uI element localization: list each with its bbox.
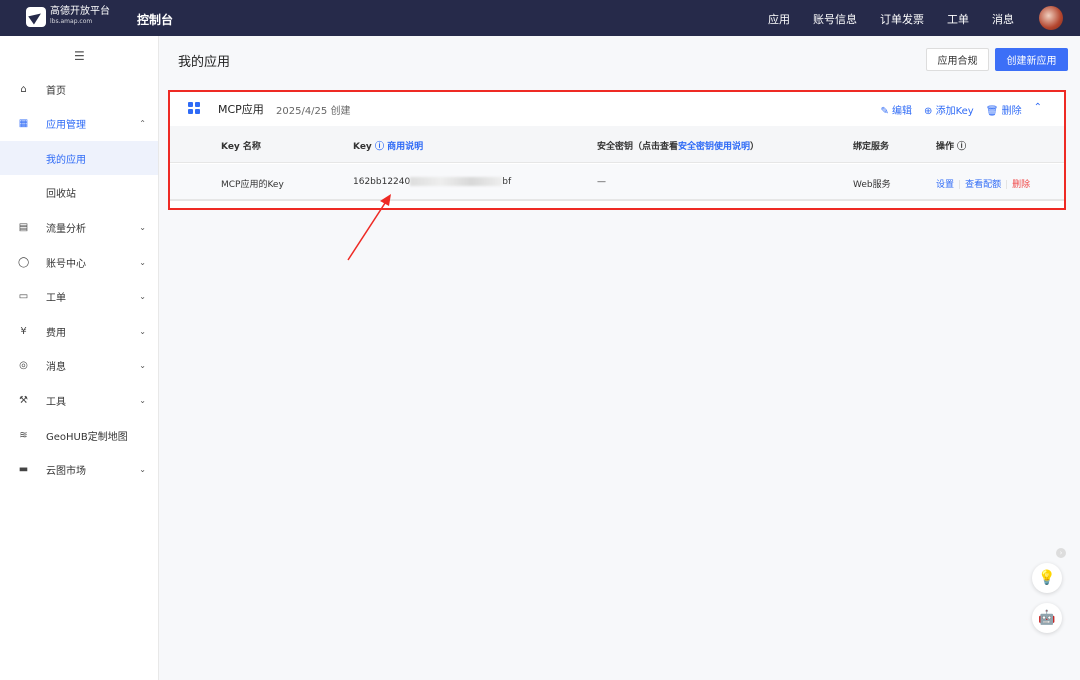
assistant-avatar-icon[interactable]: 🤖	[1032, 603, 1062, 633]
close-float-icon[interactable]: ›	[1056, 548, 1066, 558]
lightbulb-icon[interactable]: 💡	[1032, 563, 1062, 593]
annotation-arrow	[347, 194, 391, 261]
